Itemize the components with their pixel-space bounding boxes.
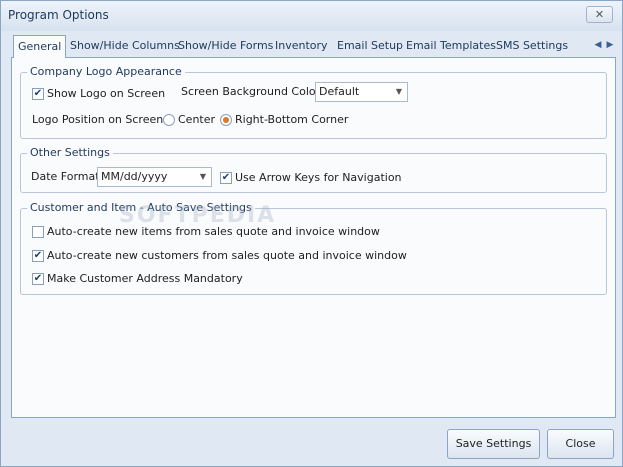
other-settings-legend: Other Settings [27, 146, 113, 159]
tab-show-hide-forms[interactable]: Show/Hide Forms [174, 37, 277, 57]
auto-save-group: Customer and Item - Auto Save Settings A… [20, 201, 607, 295]
chevron-down-icon: ▼ [395, 87, 402, 96]
title-bar: Program Options ✕ [1, 1, 622, 31]
tab-strip: General Show/Hide Columns Show/Hide Form… [11, 35, 616, 58]
auto-save-legend: Customer and Item - Auto Save Settings [27, 201, 255, 214]
auto-create-items-checkbox[interactable] [32, 226, 44, 238]
radio-right-bottom-label: Right-Bottom Corner [235, 113, 349, 126]
date-format-label: Date Format [31, 170, 100, 183]
tab-scroll-left-icon[interactable]: ◀ [593, 40, 603, 50]
tab-scroll-right-icon[interactable]: ▶ [605, 40, 615, 50]
tab-general[interactable]: General [13, 35, 67, 58]
close-button[interactable]: Close [547, 429, 614, 459]
checkmark-icon: ✔ [33, 273, 43, 284]
date-format-dropdown[interactable]: MM/dd/yyyy ▼ [97, 167, 212, 187]
show-logo-checkbox[interactable]: ✔ [32, 88, 44, 100]
auto-create-items-label: Auto-create new items from sales quote a… [47, 225, 380, 238]
radio-center[interactable] [163, 114, 175, 126]
show-logo-label: Show Logo on Screen [47, 87, 166, 100]
tab-show-hide-columns[interactable]: Show/Hide Columns [66, 37, 184, 57]
address-mandatory-checkbox[interactable]: ✔ [32, 273, 44, 285]
window-close-button[interactable]: ✕ [586, 6, 613, 23]
address-mandatory-label: Make Customer Address Mandatory [47, 272, 243, 285]
tab-sms-settings[interactable]: SMS Settings [492, 37, 572, 57]
arrow-keys-checkbox[interactable]: ✔ [220, 172, 232, 184]
bg-color-value: Default [319, 85, 360, 98]
bg-color-dropdown[interactable]: Default ▼ [315, 82, 408, 102]
tab-inventory[interactable]: Inventory [271, 37, 332, 57]
bg-color-label: Screen Background Color [181, 85, 321, 98]
logo-appearance-group: Company Logo Appearance ✔ Show Logo on S… [20, 65, 607, 139]
save-settings-button[interactable]: Save Settings [447, 429, 540, 459]
auto-create-customers-label: Auto-create new customers from sales quo… [47, 249, 407, 262]
chevron-down-icon: ▼ [199, 172, 206, 181]
program-options-window: Program Options ✕ General Show/Hide Colu… [0, 0, 623, 467]
logo-appearance-legend: Company Logo Appearance [27, 65, 185, 78]
radio-center-label: Center [178, 113, 216, 126]
other-settings-group: Other Settings Date Format MM/dd/yyyy ▼ … [20, 146, 607, 193]
arrow-keys-label: Use Arrow Keys for Navigation [235, 171, 402, 184]
checkmark-icon: ✔ [33, 88, 43, 99]
radio-right-bottom[interactable] [220, 114, 232, 126]
tab-email-templates[interactable]: Email Templates [402, 37, 500, 57]
date-format-value: MM/dd/yyyy [101, 170, 168, 183]
auto-create-customers-checkbox[interactable]: ✔ [32, 250, 44, 262]
checkmark-icon: ✔ [33, 250, 43, 261]
logo-position-label: Logo Position on Screen [32, 113, 164, 126]
window-title: Program Options [8, 8, 109, 22]
checkmark-icon: ✔ [221, 172, 231, 183]
tab-email-setup[interactable]: Email Setup [333, 37, 407, 57]
general-tab-panel: Company Logo Appearance ✔ Show Logo on S… [11, 57, 616, 418]
